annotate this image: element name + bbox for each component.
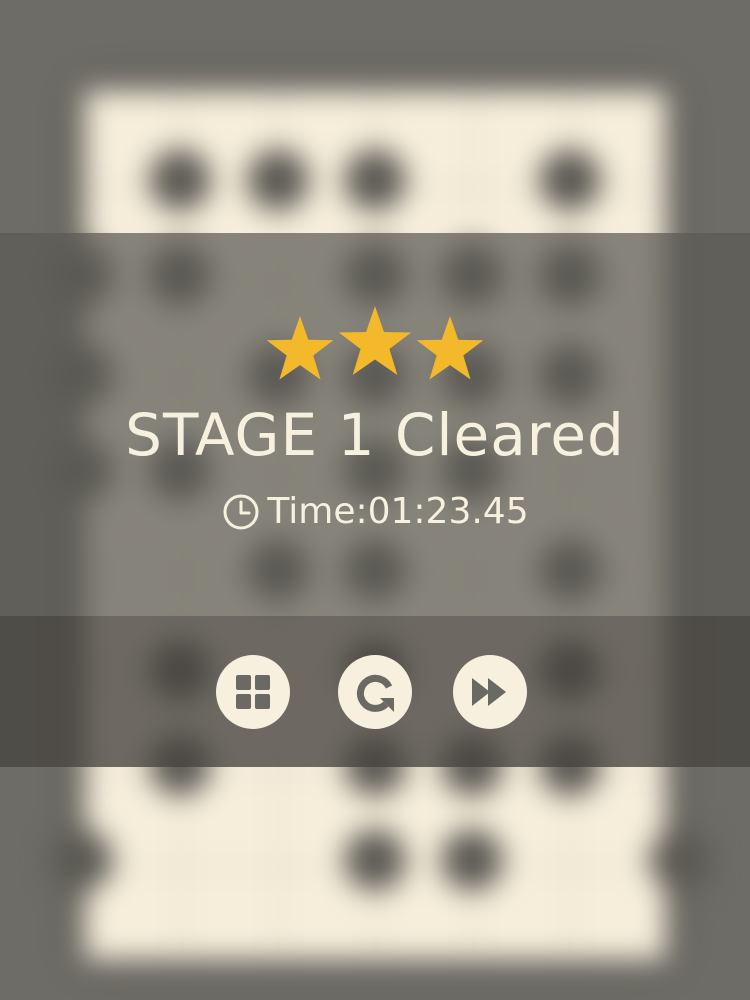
time-value: 01:23.45 bbox=[367, 490, 529, 532]
star-icon bbox=[338, 306, 412, 376]
star-icon bbox=[416, 316, 484, 380]
board-piece bbox=[649, 829, 711, 891]
stage-cleared-title: STAGE 1 Cleared bbox=[125, 401, 625, 469]
board-piece bbox=[344, 149, 406, 211]
board-piece bbox=[539, 149, 601, 211]
star-icon bbox=[266, 316, 334, 380]
time-label: Time: bbox=[267, 490, 368, 532]
stage-select-button[interactable] bbox=[216, 655, 290, 729]
game-screen: STAGE 1 Cleared Time: 01:23.45 bbox=[0, 0, 750, 1000]
board-piece bbox=[149, 149, 211, 211]
board-piece bbox=[51, 829, 113, 891]
board-piece bbox=[441, 829, 503, 891]
star-rating bbox=[0, 300, 750, 390]
clock-icon bbox=[223, 494, 259, 530]
clear-time: Time: 01:23.45 bbox=[0, 486, 750, 536]
retry-button[interactable] bbox=[338, 655, 412, 729]
grid-menu-icon bbox=[236, 675, 270, 709]
board-piece bbox=[344, 829, 406, 891]
fast-forward-icon bbox=[472, 678, 506, 706]
next-stage-button[interactable] bbox=[453, 655, 527, 729]
board-piece bbox=[247, 149, 309, 211]
retry-icon bbox=[356, 674, 394, 712]
